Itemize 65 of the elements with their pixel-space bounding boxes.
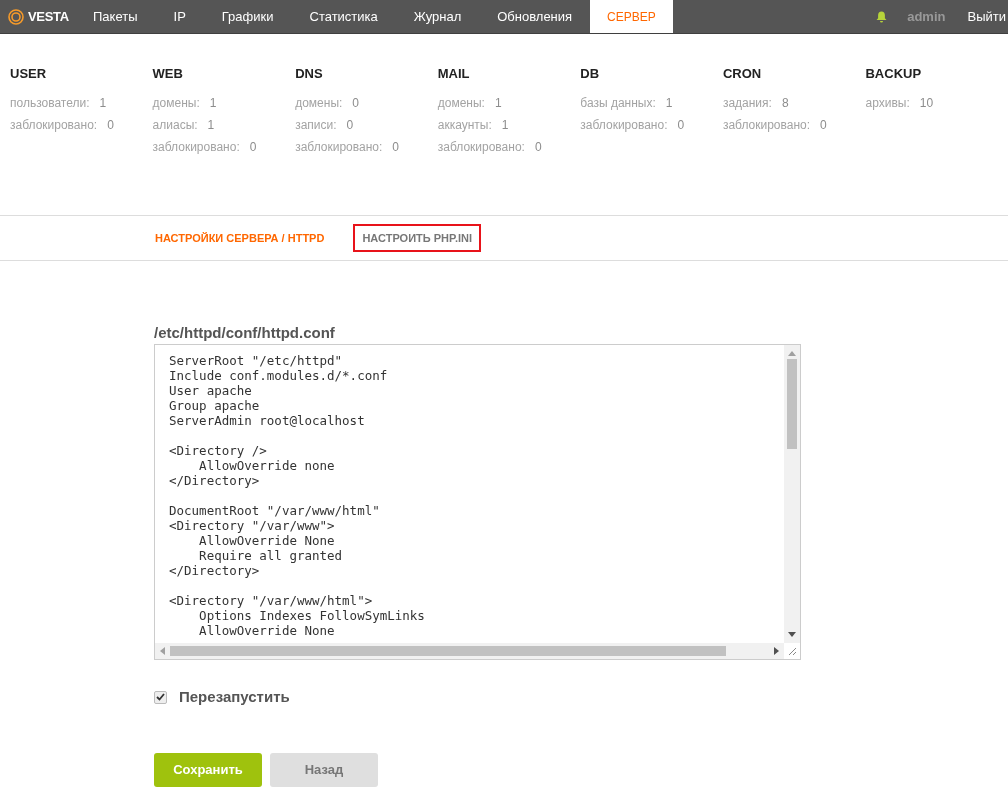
stat-title: DB bbox=[580, 65, 601, 82]
stat-value: 1 bbox=[665, 96, 673, 112]
stat-value: 0 bbox=[534, 140, 542, 156]
stat-value: 0 bbox=[820, 118, 827, 134]
stat-label: заблокировано: bbox=[580, 118, 668, 134]
checkmark-icon bbox=[156, 693, 165, 702]
stat-label: записи: bbox=[295, 118, 337, 134]
stat-label: домены: bbox=[152, 96, 200, 112]
nav-tab[interactable]: Графики bbox=[203, 0, 292, 33]
stat-label: заблокировано: bbox=[152, 140, 240, 156]
stat-label: пользователи: bbox=[10, 96, 90, 112]
nav-tab[interactable]: IP bbox=[155, 0, 204, 33]
stat-label: заблокировано: bbox=[295, 140, 383, 156]
stat-label: заблокировано: bbox=[437, 140, 525, 156]
stat-value: 1 bbox=[494, 96, 502, 112]
stat-label: алиасы: bbox=[152, 118, 198, 134]
stat-value: 1 bbox=[209, 96, 217, 112]
logout-link[interactable]: Выйти bbox=[967, 6, 1006, 27]
nav-tab[interactable]: Пакеты bbox=[75, 0, 156, 33]
scroll-up-icon[interactable] bbox=[788, 350, 796, 356]
file-path: /etc/httpd/conf/httpd.conf bbox=[154, 323, 336, 343]
scroll-right-icon[interactable] bbox=[774, 647, 780, 655]
stat-label: домены: bbox=[437, 96, 485, 112]
stat-label: задания: bbox=[722, 96, 772, 112]
scrollbar-thumb[interactable] bbox=[787, 359, 797, 449]
restart-checkbox[interactable] bbox=[154, 690, 167, 704]
vertical-scrollbar[interactable] bbox=[784, 345, 800, 643]
stat-value: 0 bbox=[249, 140, 257, 156]
stat-value: 0 bbox=[677, 118, 685, 134]
stat-value: 10 bbox=[919, 96, 934, 112]
stat-label: архивы: bbox=[865, 96, 910, 112]
stat-value: 0 bbox=[392, 140, 399, 156]
stat-value: 8 bbox=[781, 96, 789, 112]
stat-title: DNS bbox=[295, 65, 324, 82]
logo-text: VESTA bbox=[28, 7, 69, 26]
nav-tab[interactable]: Обновления bbox=[479, 0, 591, 33]
bell-icon[interactable] bbox=[876, 10, 888, 23]
stat-label: домены: bbox=[295, 96, 343, 112]
nav-tab[interactable]: Журнал bbox=[395, 0, 480, 33]
resize-handle-icon[interactable] bbox=[787, 646, 797, 656]
restart-label: Перезапустить bbox=[179, 687, 290, 707]
stat-title: CRON bbox=[722, 65, 763, 82]
stat-value: 1 bbox=[207, 118, 215, 134]
stat-title: MAIL bbox=[437, 65, 471, 82]
scrollbar-thumb[interactable] bbox=[170, 646, 726, 656]
nav-tab[interactable]: Статистика bbox=[291, 0, 396, 33]
stat-label: аккаунты: bbox=[437, 118, 492, 134]
code-text: ServerRoot "/etc/httpd" Include conf.modules.d/*.conf User apache Group apache ServerAdmin root@localhost <Directory /> AllowOverride none </Directory> DocumentRoot "/var/www/html" <Directory "/var/www"> AllowOverride None Require all granted </Directory> <Directory "/var/www/html"> Options Indexes FollowSymLinks AllowOverride None bbox=[168, 352, 426, 637]
stat-value: 1 bbox=[501, 118, 509, 134]
scroll-left-icon[interactable] bbox=[159, 647, 165, 655]
logo-icon bbox=[8, 8, 24, 25]
code-editor[interactable] bbox=[154, 344, 801, 660]
scroll-down-icon[interactable] bbox=[788, 632, 796, 638]
stat-label: базы данных: bbox=[580, 96, 656, 112]
stat-value: 0 bbox=[107, 118, 114, 134]
stat-title: WEB bbox=[152, 65, 184, 82]
stat-title: BACKUP bbox=[865, 65, 923, 82]
stat-title: USER bbox=[10, 65, 48, 82]
stat-value: 1 bbox=[99, 96, 107, 112]
stat-label: заблокировано: bbox=[10, 118, 98, 134]
sub-tab[interactable]: НАСТРОИТЬ PHP.INI bbox=[353, 223, 482, 253]
horizontal-scrollbar[interactable] bbox=[155, 643, 784, 659]
stat-value: 0 bbox=[346, 118, 354, 134]
stat-label: заблокировано: bbox=[722, 118, 811, 134]
stat-value: 0 bbox=[352, 96, 360, 112]
